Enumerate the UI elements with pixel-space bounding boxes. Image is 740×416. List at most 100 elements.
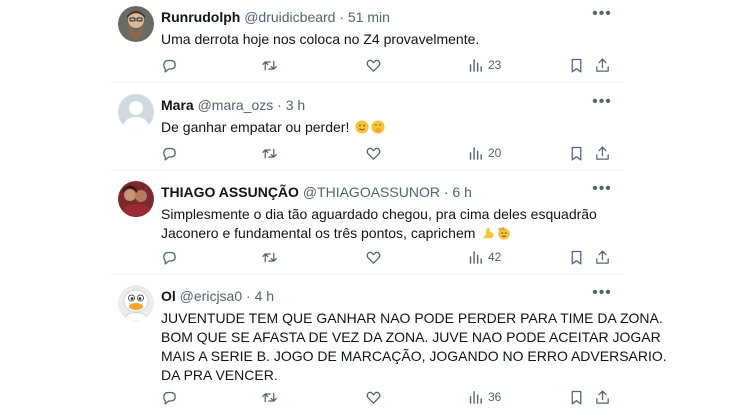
reply-feed: Runrudolph @druidicbeard · 51 min ••• Um… <box>0 0 740 416</box>
views-button[interactable]: 20 <box>467 143 501 163</box>
timestamp[interactable]: · 4 h <box>246 288 274 304</box>
display-name[interactable]: Ol <box>161 288 176 304</box>
like-icon <box>366 251 381 264</box>
like-icon <box>366 59 381 72</box>
share-button[interactable] <box>594 387 611 407</box>
view-count: 23 <box>488 58 502 72</box>
tweet-text-line-with-emoji: Jaconero e fundamental os três pontos, c… <box>161 224 616 243</box>
share-icon <box>596 249 609 264</box>
handle[interactable]: @mara_ozs <box>198 97 274 113</box>
view-count: 36 <box>488 390 502 404</box>
bookmark-icon <box>571 250 582 265</box>
retweet-icon <box>262 148 277 158</box>
retweet-icon <box>262 60 277 70</box>
bookmark-icon <box>571 146 582 161</box>
like-icon <box>366 391 381 404</box>
views-button[interactable]: 36 <box>467 387 501 407</box>
cartoon-duck-avatar[interactable] <box>118 285 154 321</box>
tweet-header: Mara @mara_ozs · 3 h ••• <box>161 94 616 115</box>
reply-icon <box>163 251 176 265</box>
like-button[interactable] <box>365 247 382 267</box>
display-name[interactable]: Runrudolph <box>161 9 240 25</box>
reply-icon <box>163 391 176 405</box>
default-avatar[interactable] <box>118 94 154 130</box>
tweet-text-content: De ganhar empatar ou perder! <box>161 119 350 135</box>
timestamp[interactable]: · 6 h <box>444 184 472 200</box>
handle[interactable]: @ericjsa0 <box>180 288 242 304</box>
display-name[interactable]: THIAGO ASSUNÇÃO <box>161 184 299 200</box>
saluting-face-emoji <box>498 226 510 240</box>
handle[interactable]: @THIAGOASSUNOR <box>303 184 440 200</box>
share-button[interactable] <box>594 55 611 75</box>
share-button[interactable] <box>594 143 611 163</box>
tweet-header: Runrudolph @druidicbeard · 51 min ••• <box>161 6 616 27</box>
tweet-header: Ol @ericjsa0 · 4 h ••• <box>161 285 616 306</box>
handle[interactable]: @druidicbeard <box>244 9 335 25</box>
reply-icon <box>163 147 176 161</box>
tweet-header: THIAGO ASSUNÇÃO @THIAGOASSUNOR · 6 h ••• <box>161 181 616 202</box>
bookmark-button[interactable] <box>568 55 585 75</box>
tweet-thiago[interactable]: THIAGO ASSUNÇÃO @THIAGOASSUNOR · 6 h •••… <box>108 171 624 275</box>
reply-icon <box>163 59 176 73</box>
bookmark-button[interactable] <box>568 247 585 267</box>
tweet-runrudolph[interactable]: Runrudolph @druidicbeard · 51 min ••• Um… <box>108 0 624 83</box>
action-bar: 20 <box>161 143 616 163</box>
like-icon <box>366 147 381 160</box>
retweet-icon <box>262 392 277 402</box>
tweet-text-line: Simplesmente o dia tão aguardado chegou,… <box>161 206 597 222</box>
views-icon <box>469 58 482 72</box>
action-bar: 42 <box>161 247 616 267</box>
display-name[interactable]: Mara <box>161 97 194 113</box>
more-icon[interactable]: ••• <box>590 285 614 306</box>
like-button[interactable] <box>365 143 382 163</box>
reply-button[interactable] <box>161 247 178 267</box>
timestamp[interactable]: · 3 h <box>277 97 305 113</box>
views-icon <box>469 146 482 160</box>
bookmark-icon <box>571 390 582 405</box>
tweet-text-line: JUVENTUDE TEM QUE GANHAR NAO PODE PERDER… <box>161 310 663 326</box>
views-icon <box>469 250 482 264</box>
tweet-mara[interactable]: Mara @mara_ozs · 3 h ••• De ganhar empat… <box>108 83 624 171</box>
retweet-button[interactable] <box>261 387 278 407</box>
bookmark-button[interactable] <box>568 387 585 407</box>
retweet-button[interactable] <box>261 247 278 267</box>
more-icon[interactable]: ••• <box>590 181 614 202</box>
share-icon <box>596 145 609 160</box>
share-icon <box>596 389 609 404</box>
timestamp[interactable]: · 51 min <box>339 9 390 25</box>
tweet-text: Uma derrota hoje nos coloca no Z4 provav… <box>161 31 480 47</box>
reply-button[interactable] <box>161 55 178 75</box>
couple-photo-avatar[interactable] <box>118 181 154 217</box>
views-icon <box>469 390 482 404</box>
retweet-button[interactable] <box>261 55 278 75</box>
tweet-text-line: Jaconero e fundamental os três pontos, c… <box>161 225 476 241</box>
action-bar: 36 <box>161 387 616 407</box>
bearded-man-avatar[interactable] <box>118 6 154 42</box>
winking-face-emoji <box>355 120 369 134</box>
views-button[interactable]: 23 <box>467 55 501 75</box>
face-with-hand-over-mouth-emoji <box>371 120 385 134</box>
views-button[interactable]: 42 <box>467 247 501 267</box>
view-count: 20 <box>488 146 502 160</box>
bookmark-button[interactable] <box>568 143 585 163</box>
share-button[interactable] <box>594 247 611 267</box>
tweet-text: De ganhar empatar ou perder! <box>161 118 616 137</box>
flexed-biceps-emoji <box>483 227 494 239</box>
tweet-text-line: BOM QUE SE AFASTA DE VEZ DA ZONA. JUVE N… <box>161 329 661 345</box>
view-count: 42 <box>488 250 502 264</box>
like-button[interactable] <box>365 55 382 75</box>
retweet-button[interactable] <box>261 143 278 163</box>
more-icon[interactable]: ••• <box>590 94 614 115</box>
retweet-icon <box>262 252 277 262</box>
reply-button[interactable] <box>161 387 178 407</box>
tweet-text: JUVENTUDE TEM QUE GANHAR NAO PODE PERDER… <box>161 309 667 385</box>
reply-button[interactable] <box>161 143 178 163</box>
like-button[interactable] <box>365 387 382 407</box>
share-icon <box>596 57 609 72</box>
bookmark-icon <box>571 58 582 73</box>
tweet-text-line: DA PRA VENCER. <box>161 367 278 383</box>
more-icon[interactable]: ••• <box>590 6 614 27</box>
tweet-ol[interactable]: Ol @ericjsa0 · 4 h ••• JUVENTUDE TEM QUE… <box>108 275 667 416</box>
tweet-text: Simplesmente o dia tão aguardado chegou,… <box>161 205 616 243</box>
tweet-text-line: MAIS A SERIE B. JOGO DE MARCAÇÃO, JOGAND… <box>161 348 667 364</box>
